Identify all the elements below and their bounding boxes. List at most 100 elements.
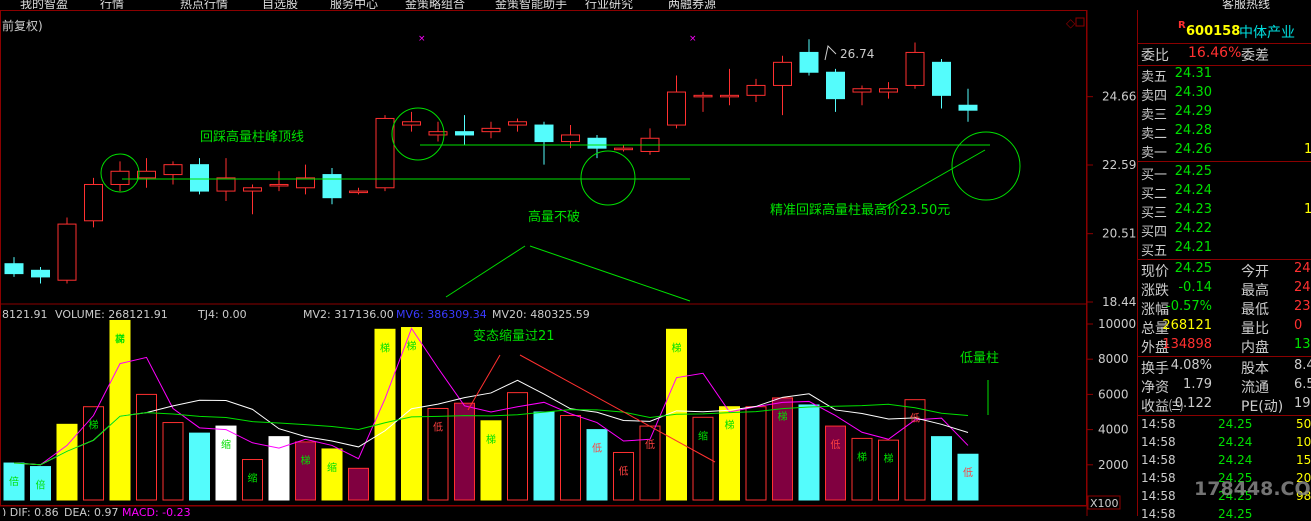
kline-chart[interactable]: 前复权) ◇ 24.66 22.59 20.51 18.44 10000 8000 6000 40… — [0, 10, 1137, 516]
volume-bar-24 — [639, 425, 661, 501]
volume-bar-11 — [295, 441, 316, 501]
candle-body-5 — [137, 170, 156, 179]
menu-item-1[interactable]: 行情 — [100, 0, 124, 9]
candle-body-30 — [799, 51, 819, 73]
volume-bar-35 — [931, 436, 952, 501]
sep-fund — [1138, 415, 1311, 416]
candle-body-10 — [269, 183, 289, 187]
tick-time-2: 14:58 — [1141, 453, 1176, 467]
buy-price-3: 24.22 — [1174, 221, 1212, 236]
peak-price-pointer — [824, 44, 837, 61]
vol-axis-label-2: 6000 — [1098, 387, 1129, 401]
candle-body-20 — [534, 124, 554, 143]
candle-body-17 — [455, 131, 474, 136]
sell-label-1: 卖四 — [1141, 89, 1168, 104]
tick-time-3: 14:58 — [1141, 471, 1176, 485]
candle-body-4 — [110, 170, 130, 185]
volume-bar-18 — [480, 420, 502, 501]
quote-value-3: 268121 — [1162, 318, 1212, 333]
quote-value2-2: 23 — [1294, 299, 1311, 314]
weibi-value: 16.46% — [1188, 45, 1242, 61]
volume-bar-28 — [745, 406, 767, 501]
menu-item-7[interactable]: 行业研究 — [585, 0, 633, 9]
volume-bar-22 — [586, 429, 608, 501]
candle-body-6 — [163, 164, 183, 176]
vol-axis-label-0: 10000 — [1098, 317, 1136, 331]
menu-item-3[interactable]: 自选股 — [262, 0, 298, 9]
volume-bar-5 — [136, 393, 157, 501]
buy-price-4: 24.21 — [1174, 240, 1212, 255]
candle-body-3 — [84, 183, 103, 222]
vol-unit-label: X100 — [1090, 497, 1119, 510]
candle-body-35 — [932, 61, 951, 96]
volume-mark-12: 缩 — [248, 472, 258, 485]
volume-bar-6 — [162, 422, 184, 501]
menu-item-8[interactable]: 两融券源 — [668, 0, 716, 9]
candle-body-33 — [879, 88, 898, 93]
price-axis-label-3: 18.44 — [1102, 295, 1136, 309]
sep-buy — [1138, 259, 1311, 260]
marker-x-2: × — [689, 34, 697, 44]
weicha-label: 委差 — [1241, 48, 1269, 64]
candle-body-15 — [402, 121, 421, 126]
macd-info-1: DEA: 0.97 — [64, 506, 118, 516]
volume-mark-22: 高 — [115, 332, 125, 345]
candle-body-26 — [693, 94, 713, 98]
volume-mark-6: 梯 — [672, 341, 682, 354]
menu-item-0[interactable]: 我的智盈 — [20, 0, 68, 9]
fund-value2-1: 6.5 — [1294, 377, 1311, 392]
watermark: 178448.COM — [1194, 478, 1311, 500]
volume-bar-12 — [321, 448, 343, 501]
quote-label-0: 现价 — [1141, 264, 1169, 280]
candle-body-28 — [746, 84, 766, 96]
volume-bar-7 — [189, 432, 210, 501]
candle-body-31 — [826, 71, 845, 100]
volume-bar-8 — [215, 425, 237, 501]
volume-info-5: MV20: 480325.59 — [492, 308, 590, 321]
volume-mark-8: 梯 — [778, 410, 788, 423]
volume-mark-23: 低 — [831, 438, 841, 451]
quote-label-2: 涨幅 — [1141, 302, 1169, 318]
menu-item-4[interactable]: 服务中心 — [330, 0, 378, 9]
sell-label-0: 卖五 — [1141, 70, 1168, 85]
candle-body-9 — [243, 187, 262, 192]
tick-time-4: 14:58 — [1141, 489, 1176, 503]
corner-box-icon — [1075, 17, 1085, 27]
candle-body-0 — [4, 263, 24, 275]
price-axis-label-1: 22.59 — [1102, 158, 1136, 172]
volume-bar-15 — [401, 327, 422, 501]
quote-value-1: -0.14 — [1178, 280, 1212, 295]
sell-price-0: 24.31 — [1174, 66, 1212, 81]
tick-price-1: 24.24 — [1218, 435, 1253, 449]
tick-price-5: 24.25 — [1218, 507, 1253, 521]
quote-value2-0: 24 — [1294, 261, 1311, 276]
menu-hotline[interactable]: 客服热线 — [1222, 0, 1270, 9]
price-axis-label-0: 24.66 — [1102, 90, 1136, 104]
buy-label-4: 买五 — [1141, 244, 1168, 259]
quote-value2-3: 0 — [1294, 318, 1303, 333]
sell-label-2: 卖三 — [1141, 108, 1168, 123]
volume-mark-14: 缩 — [698, 429, 708, 442]
sell-label-3: 卖二 — [1141, 127, 1168, 142]
menu-item-5[interactable]: 金策略组合 — [405, 0, 465, 9]
volume-mark-13: 缩 — [327, 461, 337, 474]
stock-flag: R — [1178, 20, 1186, 31]
volume-info-3: MV2: 317136.00 — [303, 308, 394, 321]
candle-body-7 — [190, 164, 209, 192]
arrow-no-break-right — [529, 245, 691, 302]
quote-panel: R 600158 中体产业 委比 16.46% 委差 卖五 24.31 卖四 24.30 卖三 24.… — [1137, 10, 1311, 521]
volume-bar-31 — [825, 425, 846, 501]
volume-mark-18: 低 — [619, 464, 629, 477]
buy-price-0: 24.25 — [1174, 164, 1212, 179]
menu-item-2[interactable]: 热点行情 — [180, 0, 228, 9]
candle-body-8 — [216, 177, 236, 192]
buy-label-1: 买二 — [1141, 187, 1168, 202]
menu-item-6[interactable]: 金策智能助手 — [495, 0, 567, 9]
tick-vol-0: 50 — [1296, 417, 1311, 431]
quote-value2-1: 24 — [1294, 280, 1311, 295]
fund-label2-1: 流通 — [1241, 380, 1269, 396]
sell-price-2: 24.29 — [1174, 104, 1212, 119]
arrow-no-break-left — [445, 245, 526, 298]
sep-book — [1138, 161, 1311, 162]
quote-label2-1: 最高 — [1241, 283, 1269, 299]
